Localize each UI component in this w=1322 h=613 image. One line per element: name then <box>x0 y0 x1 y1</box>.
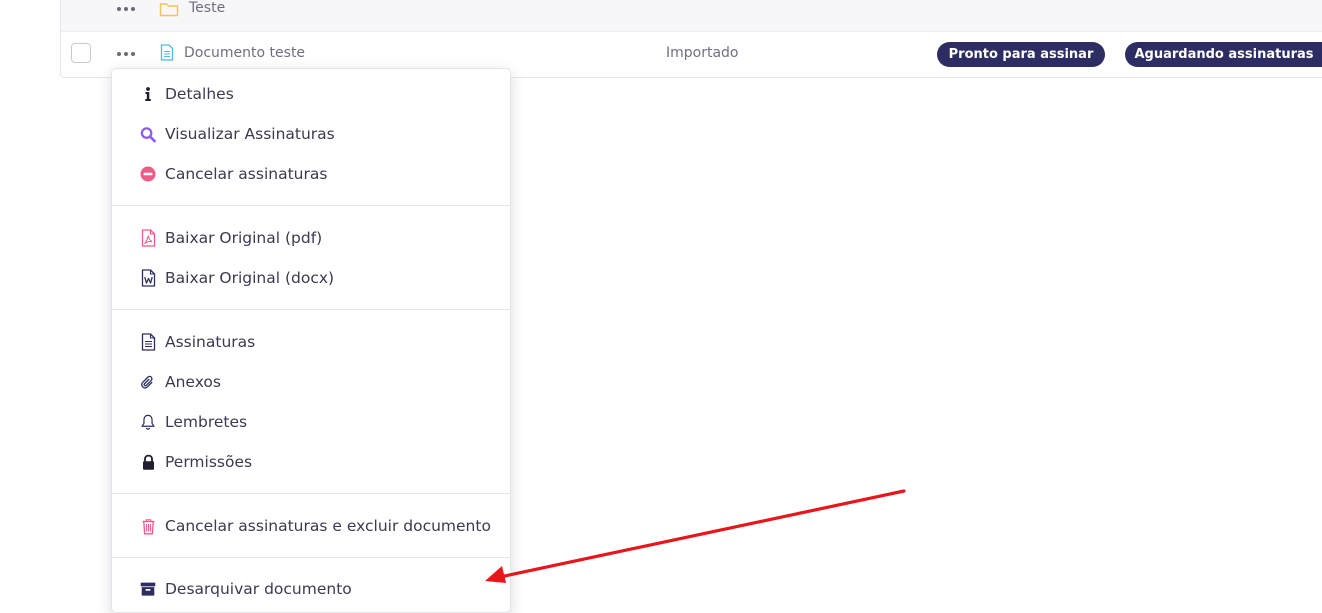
menu-item-label: Baixar Original (docx) <box>165 269 335 287</box>
menu-item-label: Cancelar assinaturas e excluir documento <box>165 517 491 535</box>
menu-item-view-signatures[interactable]: Visualizar Assinaturas <box>112 114 510 154</box>
menu-divider <box>112 205 510 206</box>
pdf-file-icon <box>140 229 156 247</box>
document-icon <box>160 44 174 61</box>
more-options-icon[interactable] <box>117 47 135 61</box>
table-row[interactable]: Teste <box>61 0 1322 32</box>
menu-item-details[interactable]: Detalhes <box>112 74 510 114</box>
menu-item-download-docx[interactable]: Baixar Original (docx) <box>112 258 510 298</box>
document-name[interactable]: Documento teste <box>184 45 305 61</box>
trash-icon <box>140 518 156 534</box>
documents-table: Teste Documento teste Importado Pronto p… <box>60 0 1322 78</box>
folder-name[interactable]: Teste <box>189 0 225 16</box>
archive-icon <box>140 581 156 597</box>
menu-item-permissions[interactable]: Permissões <box>112 442 510 482</box>
minus-circle-icon <box>140 166 156 182</box>
document-status: Importado <box>666 45 739 61</box>
menu-item-cancel-and-delete[interactable]: Cancelar assinaturas e excluir documento <box>112 506 510 546</box>
menu-divider <box>112 309 510 310</box>
menu-item-label: Cancelar assinaturas <box>165 165 328 183</box>
info-icon <box>140 86 156 102</box>
menu-item-reminders[interactable]: Lembretes <box>112 402 510 442</box>
more-options-icon[interactable] <box>117 2 135 16</box>
lock-icon <box>140 454 156 470</box>
menu-item-unarchive[interactable]: Desarquivar documento <box>112 569 510 609</box>
menu-item-label: Anexos <box>165 373 221 391</box>
status-badge: Pronto para assinar <box>937 42 1105 67</box>
row-checkbox[interactable] <box>71 43 91 63</box>
menu-item-label: Baixar Original (pdf) <box>165 229 323 247</box>
menu-item-label: Lembretes <box>165 413 248 431</box>
search-icon <box>140 126 156 142</box>
menu-item-signatures[interactable]: Assinaturas <box>112 322 510 362</box>
status-badge: Aguardando assinaturas <box>1125 42 1322 67</box>
menu-item-label: Detalhes <box>165 85 234 103</box>
menu-divider <box>112 493 510 494</box>
menu-item-label: Permissões <box>165 453 253 471</box>
folder-icon <box>159 3 179 17</box>
menu-item-download-pdf[interactable]: Baixar Original (pdf) <box>112 218 510 258</box>
menu-divider <box>112 557 510 558</box>
menu-item-label: Visualizar Assinaturas <box>165 125 335 143</box>
bell-icon <box>140 414 156 430</box>
annotation-arrow <box>485 489 906 583</box>
context-menu: Detalhes Visualizar Assinaturas Cancelar… <box>111 68 511 613</box>
menu-item-attachments[interactable]: Anexos <box>112 362 510 402</box>
paperclip-icon <box>140 374 156 390</box>
menu-item-label: Assinaturas <box>165 333 256 351</box>
menu-item-label: Desarquivar documento <box>165 580 352 598</box>
document-icon <box>140 333 156 351</box>
menu-item-cancel-signatures[interactable]: Cancelar assinaturas <box>112 154 510 194</box>
word-file-icon <box>140 269 156 287</box>
